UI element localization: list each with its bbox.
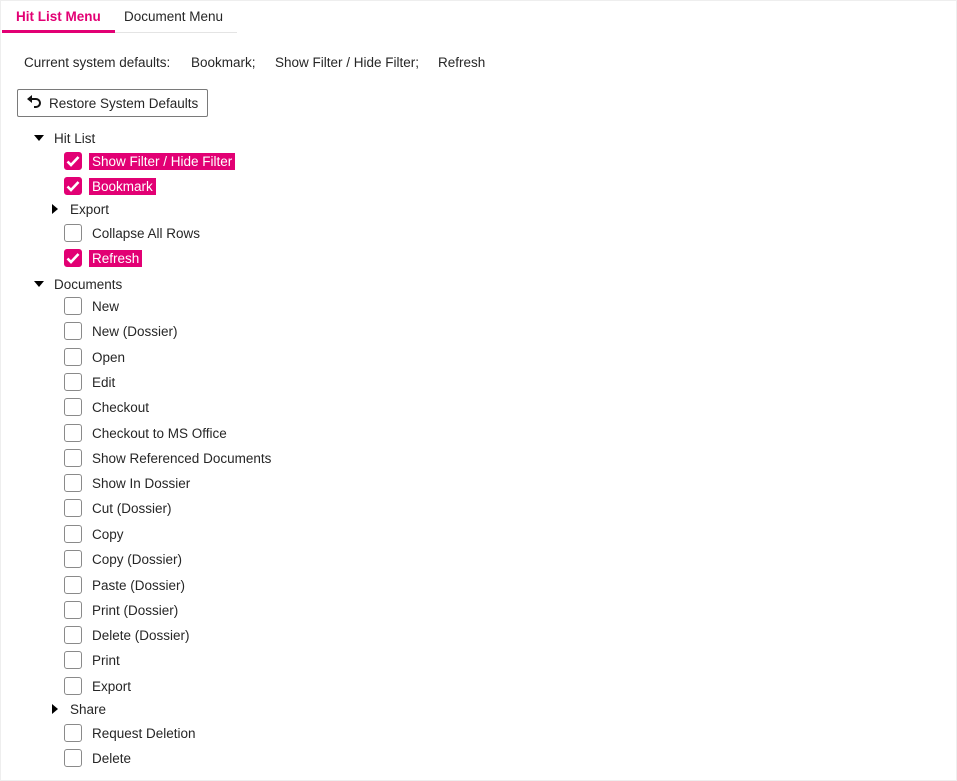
checkbox[interactable] (64, 749, 82, 767)
option-label: Copy (Dossier) (92, 551, 183, 567)
option-checkout[interactable]: Checkout (64, 396, 152, 418)
checkbox[interactable] (64, 601, 82, 619)
option-label: Open (92, 349, 126, 365)
caret-down-icon[interactable] (34, 281, 44, 287)
option-label: Show In Dossier (92, 475, 191, 491)
checkbox[interactable] (64, 677, 82, 695)
checkbox[interactable] (64, 152, 82, 170)
checkbox[interactable] (64, 626, 82, 644)
option-label: Show Filter / Hide Filter (89, 152, 236, 170)
caret-right-icon[interactable] (52, 704, 58, 714)
caret-right-icon[interactable] (52, 204, 58, 214)
checkbox[interactable] (64, 177, 82, 195)
option-delete-dossier[interactable]: Delete (Dossier) (64, 624, 193, 646)
option-label: New (92, 298, 120, 314)
check-icon (66, 181, 80, 192)
tab-hit-list-menu[interactable]: Hit List Menu (2, 8, 115, 33)
tree-node-label: Share (70, 701, 107, 717)
option-label: Delete (Dossier) (92, 627, 190, 643)
tree-node-documents[interactable]: Documents (34, 274, 122, 294)
tree-node-label: Hit List (54, 130, 96, 146)
option-label: Checkout (92, 399, 150, 415)
checkbox[interactable] (64, 499, 82, 517)
option-new-dossier[interactable]: New (Dossier) (64, 320, 181, 342)
default-item-bookmark: Bookmark; (191, 55, 256, 70)
checkbox[interactable] (64, 651, 82, 669)
option-label: Paste (Dossier) (92, 577, 186, 593)
option-label: Refresh (89, 249, 143, 267)
option-refresh[interactable]: Refresh (64, 247, 143, 269)
option-copy-dossier[interactable]: Copy (Dossier) (64, 548, 185, 570)
option-checkout-to-ms-office[interactable]: Checkout to MS Office (64, 422, 230, 444)
tree-node-share[interactable]: Share (52, 699, 106, 719)
tree-node-label: Export (70, 201, 110, 217)
caret-down-icon[interactable] (34, 135, 44, 141)
option-label: Bookmark (89, 177, 156, 195)
default-item-show-filter: Show Filter / Hide Filter; (275, 55, 420, 70)
option-label: New (Dossier) (92, 323, 178, 339)
undo-icon (26, 94, 49, 112)
settings-panel: Hit List Menu Document Menu Current syst… (0, 0, 957, 781)
check-icon (66, 253, 80, 264)
option-export[interactable]: Export (64, 675, 134, 697)
option-cut-dossier[interactable]: Cut (Dossier) (64, 497, 175, 519)
option-paste-dossier[interactable]: Paste (Dossier) (64, 574, 188, 596)
option-bookmark[interactable]: Bookmark (64, 175, 156, 197)
checkbox[interactable] (64, 373, 82, 391)
checkbox[interactable] (64, 449, 82, 467)
option-label: Edit (92, 374, 116, 390)
check-icon (66, 156, 80, 167)
option-print[interactable]: Print (64, 649, 123, 671)
defaults-label: Current system defaults: (24, 55, 171, 70)
option-label: Cut (Dossier) (92, 500, 172, 516)
checkbox[interactable] (64, 525, 82, 543)
tree-node-export[interactable]: Export (52, 199, 109, 219)
option-label: Print (92, 652, 120, 668)
option-label: Delete (92, 750, 132, 766)
option-label: Copy (92, 526, 124, 542)
tab-document-menu[interactable]: Document Menu (124, 8, 223, 32)
restore-button-label: Restore System Defaults (49, 95, 199, 111)
option-delete[interactable]: Delete (64, 747, 134, 769)
option-show-referenced-documents[interactable]: Show Referenced Documents (64, 447, 274, 469)
option-label: Show Referenced Documents (92, 450, 272, 466)
checkbox[interactable] (64, 322, 82, 340)
checkbox[interactable] (64, 297, 82, 315)
checkbox[interactable] (64, 348, 82, 366)
option-label: Export (92, 678, 132, 694)
option-label: Print (Dossier) (92, 602, 179, 618)
checkbox[interactable] (64, 576, 82, 594)
checkbox[interactable] (64, 398, 82, 416)
option-open[interactable]: Open (64, 346, 128, 368)
checkbox[interactable] (64, 550, 82, 568)
checkbox[interactable] (64, 474, 82, 492)
option-label: Checkout to MS Office (92, 425, 227, 441)
option-label: Collapse All Rows (92, 225, 201, 241)
tree-node-label: Documents (54, 276, 123, 292)
option-edit[interactable]: Edit (64, 371, 118, 393)
option-collapse-all-rows[interactable]: Collapse All Rows (64, 222, 203, 244)
restore-system-defaults-button[interactable]: Restore System Defaults (17, 89, 208, 117)
tab-bar: Hit List Menu Document Menu (2, 1, 237, 33)
checkbox[interactable] (64, 424, 82, 442)
option-new[interactable]: New (64, 295, 122, 317)
tree-node-hit-list[interactable]: Hit List (34, 128, 95, 148)
option-label: Request Deletion (92, 725, 196, 741)
option-show-filter-hide-filter[interactable]: Show Filter / Hide Filter (64, 150, 236, 172)
option-request-deletion[interactable]: Request Deletion (64, 722, 199, 744)
checkbox[interactable] (64, 249, 82, 267)
option-print-dossier[interactable]: Print (Dossier) (64, 599, 181, 621)
option-copy[interactable]: Copy (64, 523, 127, 545)
checkbox[interactable] (64, 724, 82, 742)
checkbox[interactable] (64, 224, 82, 242)
default-item-refresh: Refresh (438, 55, 486, 70)
option-show-in-dossier[interactable]: Show In Dossier (64, 472, 193, 494)
